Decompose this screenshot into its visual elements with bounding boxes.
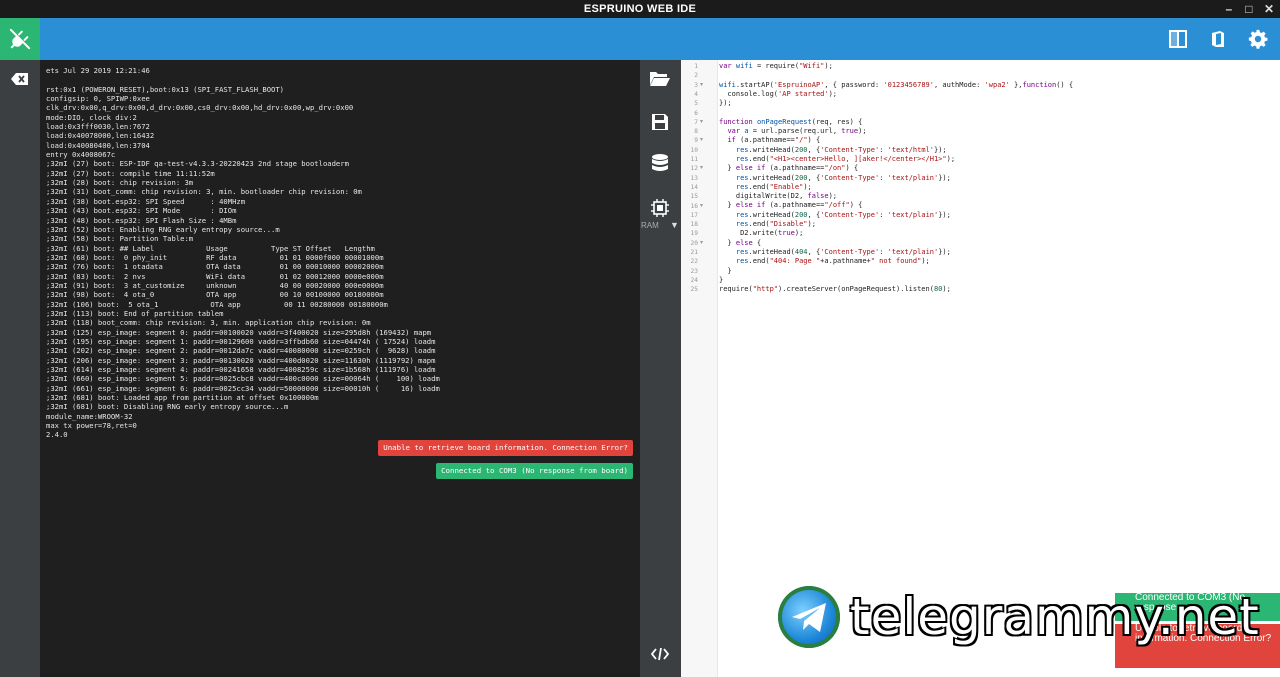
line-number: 21: [690, 249, 698, 256]
code-content[interactable]: var wifi = require("Wifi"); wifi.startAP…: [719, 62, 1073, 294]
line-number: 17: [690, 211, 698, 219]
console-output: ets Jul 29 2019 12:21:46 rst:0x1 (POWERO…: [46, 66, 440, 440]
line-number: 12: [690, 165, 698, 173]
line-number: 24: [690, 276, 698, 284]
title-bar: ESPRUINO WEB IDE – □ ✕: [0, 0, 1280, 18]
left-rail: [0, 60, 40, 677]
line-number: 9: [694, 137, 698, 145]
plug-icon: [9, 28, 31, 50]
line-number: 19: [690, 230, 698, 238]
line-number: 25: [690, 286, 698, 294]
gear-icon[interactable]: [1246, 27, 1270, 51]
line-number: 3: [694, 81, 698, 89]
clear-console-icon[interactable]: [8, 70, 32, 88]
telegram-logo-icon: [778, 586, 840, 648]
app-title: ESPRUINO WEB IDE: [583, 3, 697, 15]
fold-arrow-icon[interactable]: ▾: [700, 202, 703, 211]
line-number: 7: [694, 118, 698, 126]
line-number: 22: [690, 258, 698, 266]
error-toast[interactable]: Unable to retrieve board information. Co…: [378, 440, 633, 456]
line-number: 10: [690, 146, 698, 154]
code-editor[interactable]: 1 2 3 ▾ 4 5 6 7 ▾ 8 9 ▾ 10 11 12 ▾ 13 14 15 16 ▾ 17 18 19 20 ▾ 21 2…: [681, 60, 1280, 677]
line-number: 6: [694, 109, 698, 117]
line-number: 1: [694, 63, 698, 70]
folder-open-icon[interactable]: [648, 66, 672, 90]
split-view-icon[interactable]: [1166, 27, 1190, 51]
connect-button[interactable]: [0, 18, 40, 60]
save-icon[interactable]: [648, 110, 672, 134]
middle-rail: RAM ▼: [640, 60, 681, 677]
window-controls: – □ ✕: [1224, 0, 1275, 18]
toolbar-right: [1166, 18, 1270, 60]
code-icon[interactable]: [648, 642, 672, 666]
close-icon[interactable]: ✕: [1264, 0, 1274, 18]
fold-arrow-icon[interactable]: ▾: [700, 81, 703, 90]
success-toast[interactable]: Connected to COM3 (No response from boar…: [436, 463, 633, 479]
terminal-console[interactable]: ets Jul 29 2019 12:21:46 rst:0x1 (POWERO…: [40, 60, 640, 672]
line-number: 4: [694, 90, 698, 98]
line-number: 14: [690, 183, 698, 191]
line-number: 5: [694, 100, 698, 108]
line-number: 15: [690, 193, 698, 201]
editor-gutter: 1 2 3 ▾ 4 5 6 7 ▾ 8 9 ▾ 10 11 12 ▾ 13 14 15 16 ▾ 17 18 19 20 ▾ 21 2…: [681, 60, 718, 677]
watermark: telegrammy.net: [778, 586, 1278, 650]
line-number: 13: [690, 174, 698, 182]
book-icon[interactable]: [1206, 27, 1230, 51]
chip-icon[interactable]: [648, 196, 672, 220]
fold-arrow-icon[interactable]: ▾: [700, 239, 703, 248]
line-number: 23: [690, 267, 698, 275]
ram-label: RAM: [641, 221, 659, 230]
maximize-icon[interactable]: □: [1244, 0, 1254, 18]
fold-arrow-icon[interactable]: ▾: [700, 118, 703, 127]
main-toolbar: [0, 18, 1280, 60]
line-number: 20: [690, 239, 698, 247]
fold-arrow-icon[interactable]: ▾: [700, 136, 703, 145]
line-number: 11: [690, 156, 698, 163]
line-number: 16: [690, 202, 698, 210]
line-number: 2: [694, 72, 698, 80]
line-number: 18: [690, 221, 698, 229]
watermark-text: telegrammy.net: [850, 588, 1260, 646]
line-number: 8: [694, 128, 698, 136]
ram-dropdown-arrow[interactable]: ▼: [670, 220, 679, 230]
fold-arrow-icon[interactable]: ▾: [700, 164, 703, 173]
minimize-icon[interactable]: –: [1224, 0, 1234, 18]
database-icon[interactable]: [648, 152, 672, 176]
